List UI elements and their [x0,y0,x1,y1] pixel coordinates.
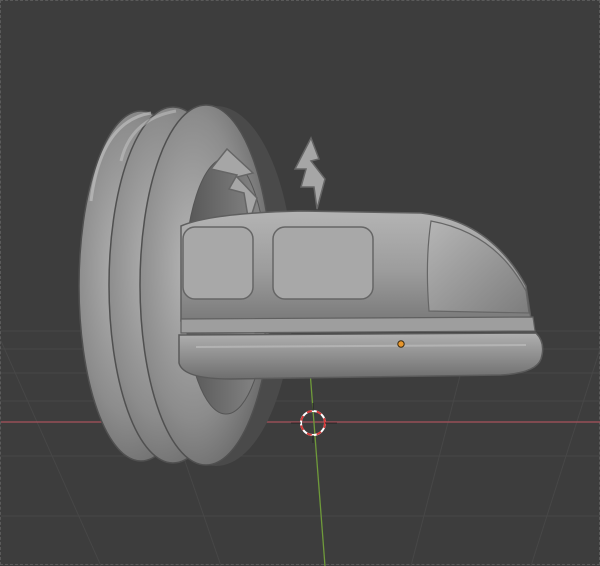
object-origin-icon[interactable] [397,340,405,348]
bolt-antenna-right[interactable] [293,136,326,210]
3d-viewport[interactable] [0,0,600,566]
viewport-canvas[interactable] [1,1,600,566]
y-axis-line [309,370,326,566]
pod-body-mesh[interactable] [178,210,544,380]
